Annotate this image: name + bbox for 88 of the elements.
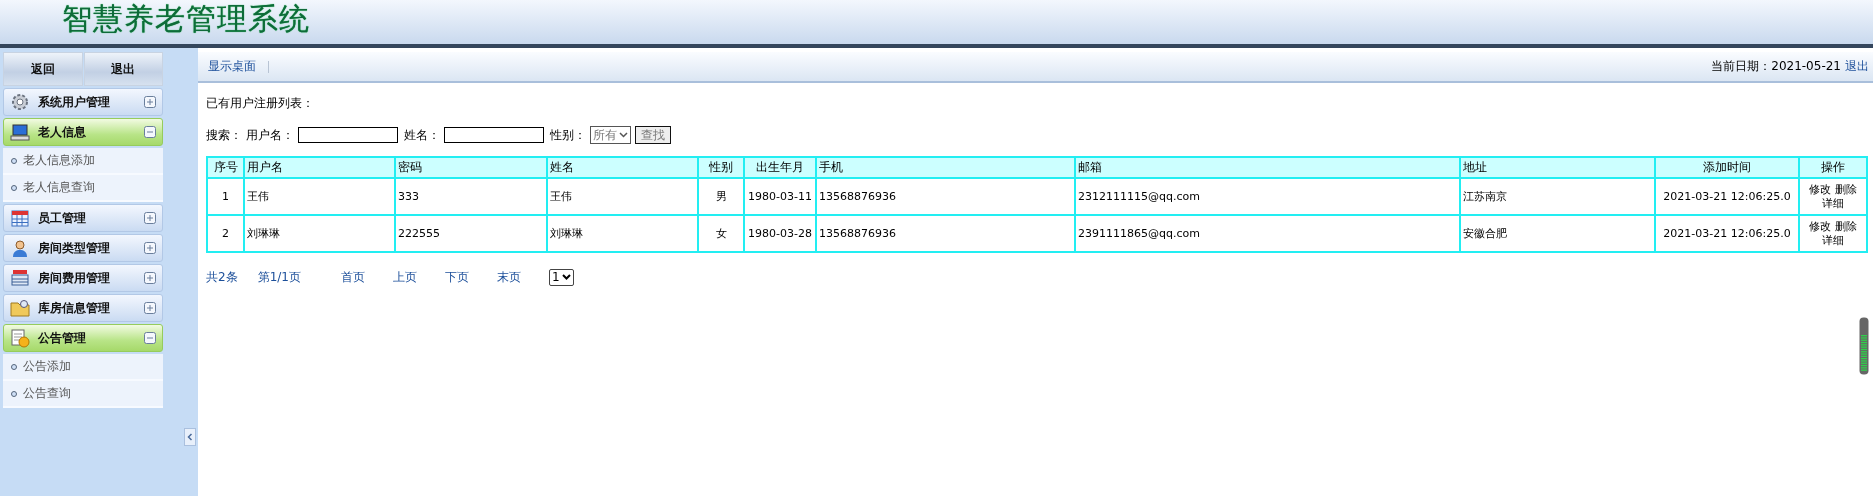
- pagination-link[interactable]: 下页: [444, 268, 469, 286]
- pagination-link[interactable]: 首页: [340, 268, 365, 286]
- expand-icon[interactable]: [144, 242, 156, 254]
- table-cell: 222555: [395, 215, 547, 252]
- table-cell: 王伟: [244, 178, 395, 215]
- current-date: 当前日期：2021-05-21: [1711, 58, 1841, 75]
- collapse-icon[interactable]: [144, 332, 156, 344]
- table-cell: 江苏南京: [1460, 178, 1655, 215]
- expand-icon[interactable]: [144, 302, 156, 314]
- chevron-left-icon[interactable]: [184, 428, 196, 446]
- action-link[interactable]: 删除: [1834, 219, 1857, 233]
- column-header: 序号: [207, 157, 244, 178]
- expand-icon[interactable]: [144, 96, 156, 108]
- page-dropdown[interactable]: 1: [548, 268, 574, 286]
- table-cell: 2312111115@qq.com: [1075, 178, 1460, 215]
- column-header: 邮箱: [1075, 157, 1460, 178]
- field-label: 性别：: [550, 126, 586, 144]
- laptop-icon: [10, 122, 30, 142]
- list-heading: 已有用户注册列表：: [206, 95, 315, 112]
- collapse-icon[interactable]: [144, 126, 156, 138]
- menu-item[interactable]: 老人信息添加: [3, 148, 163, 175]
- column-header: 地址: [1460, 157, 1655, 178]
- table-cell: 1: [207, 178, 244, 215]
- column-header: 出生年月: [744, 157, 816, 178]
- search-button[interactable]: 查找: [635, 126, 671, 144]
- expand-icon[interactable]: [144, 212, 156, 224]
- menu-item[interactable]: 老人信息查询: [3, 175, 163, 202]
- table-cell: 13568876936: [816, 215, 1075, 252]
- menu-group[interactable]: 房间类型管理: [3, 234, 163, 262]
- table-cell: 2: [207, 215, 244, 252]
- table-cell: 2391111865@qq.com: [1075, 215, 1460, 252]
- folder-icon: [10, 298, 30, 318]
- menu-group[interactable]: 公告管理: [3, 324, 163, 352]
- nav-button[interactable]: 返回: [3, 52, 83, 86]
- table-cell: 1980-03-11: [744, 178, 816, 215]
- table-cell: 安徽合肥: [1460, 215, 1655, 252]
- menu-group[interactable]: 房间费用管理: [3, 264, 163, 292]
- menu-item[interactable]: 公告查询: [3, 381, 163, 408]
- caret-icon: [619, 132, 628, 138]
- table-cell: 2021-03-21 12:06:25.0: [1655, 215, 1799, 252]
- menu-item[interactable]: 公告添加: [3, 354, 163, 381]
- app-title: 智慧养老管理系统: [62, 0, 310, 36]
- column-header: 密码: [395, 157, 547, 178]
- field-label: 姓名：: [404, 126, 440, 144]
- table-cell: 王伟: [547, 178, 698, 215]
- menu-group[interactable]: 系统用户管理: [3, 88, 163, 116]
- menu-group[interactable]: 库房信息管理: [3, 294, 163, 322]
- gender-dropdown[interactable]: 所有: [590, 126, 631, 144]
- column-header: 性别: [698, 157, 744, 178]
- meter-icon: [1859, 317, 1869, 375]
- expand-icon[interactable]: [144, 272, 156, 284]
- table-cell: 2021-03-21 12:06:25.0: [1655, 178, 1799, 215]
- column-header: 添加时间: [1655, 157, 1799, 178]
- table-cell: 刘琳琳: [244, 215, 395, 252]
- table-cell: 1980-03-28: [744, 215, 816, 252]
- action-link[interactable]: 删除: [1834, 182, 1857, 196]
- column-header: 用户名: [244, 157, 395, 178]
- pagination-link[interactable]: 末页: [496, 268, 521, 286]
- action-link[interactable]: 详细: [1822, 196, 1844, 210]
- search-label: 搜索：: [206, 126, 242, 144]
- table-cell: 333: [395, 178, 547, 215]
- table-cell: 刘琳琳: [547, 215, 698, 252]
- column-header: 手机: [816, 157, 1075, 178]
- field-label: 用户名：: [246, 126, 294, 144]
- pagination-link[interactable]: 上页: [392, 268, 417, 286]
- menu-group[interactable]: 员工管理: [3, 204, 163, 232]
- input-field[interactable]: [444, 127, 544, 143]
- calendar-icon: [10, 208, 30, 228]
- notepad-icon: [10, 328, 30, 348]
- table-cell: 男: [698, 178, 744, 215]
- caret-icon: [561, 274, 571, 280]
- nav-button[interactable]: 退出: [83, 52, 163, 86]
- cash-register-icon: [10, 268, 30, 288]
- input-field[interactable]: [298, 127, 398, 143]
- action-link[interactable]: 详细: [1822, 233, 1844, 247]
- show-desktop-link[interactable]: 显示桌面: [208, 58, 256, 75]
- action-link[interactable]: 修改: [1809, 182, 1832, 196]
- gear-icon: [10, 92, 30, 112]
- column-header: 操作: [1799, 157, 1867, 178]
- table-cell: 13568876936: [816, 178, 1075, 215]
- record-count: 共2条: [206, 268, 238, 286]
- action-link[interactable]: 修改: [1809, 219, 1832, 233]
- column-header: 姓名: [547, 157, 698, 178]
- table-cell: 女: [698, 215, 744, 252]
- menu-group[interactable]: 老人信息: [3, 118, 163, 146]
- logout-link[interactable]: 退出: [1845, 58, 1869, 75]
- page-indicator: 第1/1页: [257, 268, 301, 286]
- person-icon: [10, 238, 30, 258]
